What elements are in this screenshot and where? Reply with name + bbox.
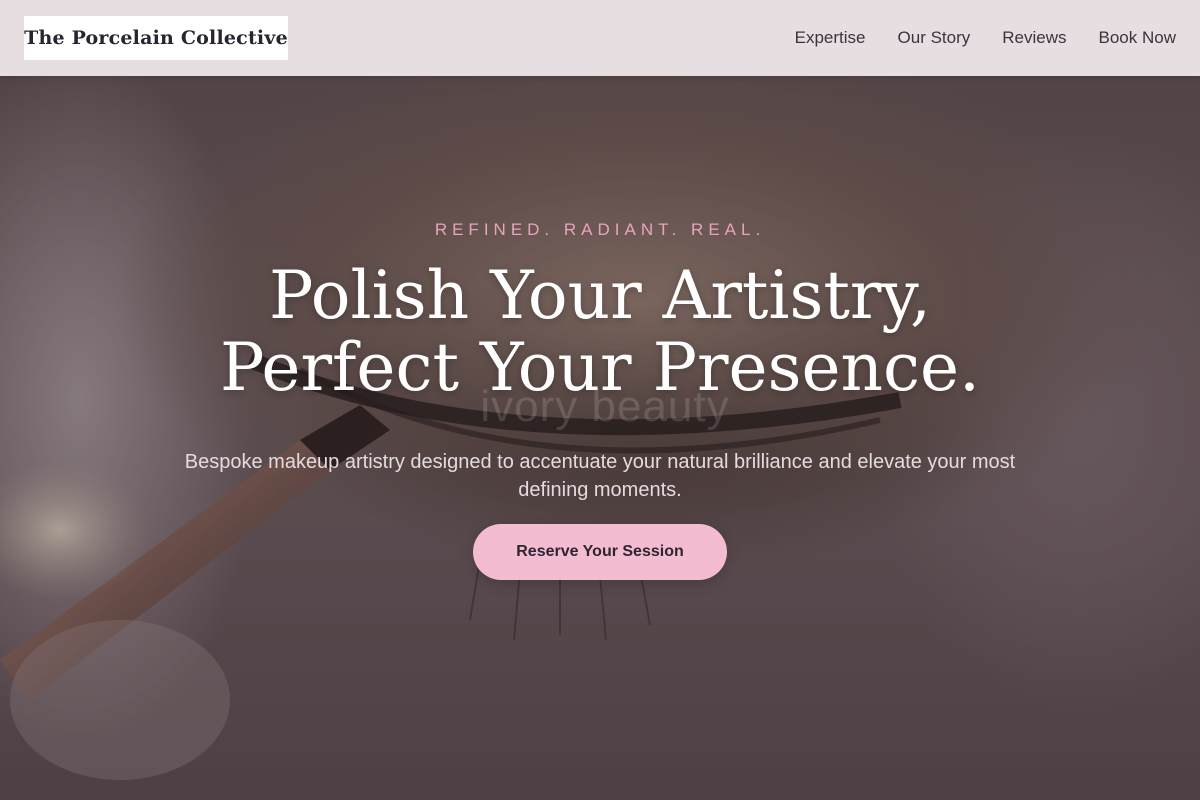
nav-link-reviews[interactable]: Reviews — [1002, 28, 1066, 48]
brand-logo[interactable]: The Porcelain Collective — [24, 16, 288, 60]
image-watermark: ivory beauty — [480, 382, 730, 431]
site-header: The Porcelain Collective Expertise Our S… — [0, 0, 1200, 76]
nav-link-our-story[interactable]: Our Story — [898, 28, 971, 48]
landing-page: The Porcelain Collective Expertise Our S… — [0, 0, 1200, 800]
main-nav: Expertise Our Story Reviews Book Now — [795, 0, 1176, 76]
hero-headline-line-1: Polish Your Artistry, — [269, 257, 931, 334]
hero-section: REFINED. RADIANT. REAL. Polish Your Arti… — [0, 0, 1200, 800]
hero-tagline: REFINED. RADIANT. REAL. — [434, 220, 766, 239]
nav-link-expertise[interactable]: Expertise — [795, 28, 866, 48]
hero-subtext: Bespoke makeup artistry designed to acce… — [184, 451, 1016, 501]
nav-link-book-now[interactable]: Book Now — [1099, 28, 1176, 48]
reserve-session-button[interactable]: Reserve Your Session — [473, 524, 727, 580]
